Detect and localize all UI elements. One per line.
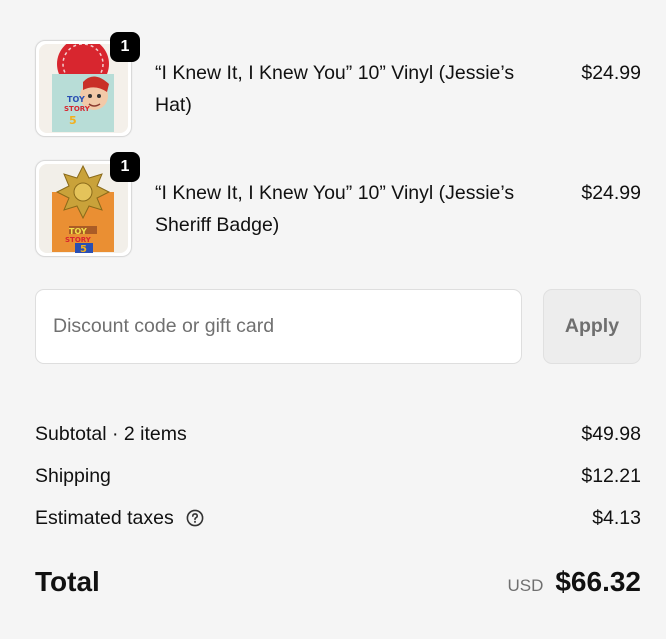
currency-code: USD [507,576,544,595]
svg-text:STORY: STORY [64,105,91,113]
svg-text:TOY: TOY [67,95,85,104]
product-title: “I Knew It, I Knew You” 10” Vinyl (Jessi… [155,62,515,116]
shipping-row: Shipping $12.21 [35,460,641,492]
subtotal-row: Subtotal · 2 items $49.98 [35,418,641,450]
product-price: $24.99 [581,62,641,84]
product-price: $24.99 [581,182,641,204]
taxes-value: $4.13 [592,507,641,529]
subtotal-label: Subtotal · 2 items [35,423,187,445]
shipping-label: Shipping [35,465,111,487]
svg-text:STORY: STORY [65,236,92,244]
question-circle-icon[interactable] [186,509,204,527]
total-row: Total USD $66.32 [35,562,641,602]
svg-text:5: 5 [80,244,87,253]
taxes-row: Estimated taxes $4.13 [35,502,641,534]
quantity-badge: 1 [110,32,140,62]
quantity-badge: 1 [110,152,140,182]
svg-text:5: 5 [69,114,77,127]
line-item: TOY STORY 5 1 “I Knew It, I Knew You” 10… [35,32,641,140]
total-value-group: USD $66.32 [507,562,641,606]
taxes-label: Estimated taxes [35,507,174,529]
line-item: TOY STORY 5 1 “I Knew It, I Knew You” 10… [35,152,641,260]
svg-text:TOY: TOY [69,227,87,236]
discount-section: Apply [35,289,641,365]
total-label: Total [35,566,100,597]
subtotal-value: $49.98 [581,423,641,445]
taxes-label-group: Estimated taxes [35,502,204,534]
product-title: “I Knew It, I Knew You” 10” Vinyl (Jessi… [155,182,515,236]
total-amount: $66.32 [555,566,641,597]
discount-code-input[interactable] [35,289,522,364]
apply-discount-button[interactable]: Apply [543,289,641,364]
shipping-value: $12.21 [581,465,641,487]
